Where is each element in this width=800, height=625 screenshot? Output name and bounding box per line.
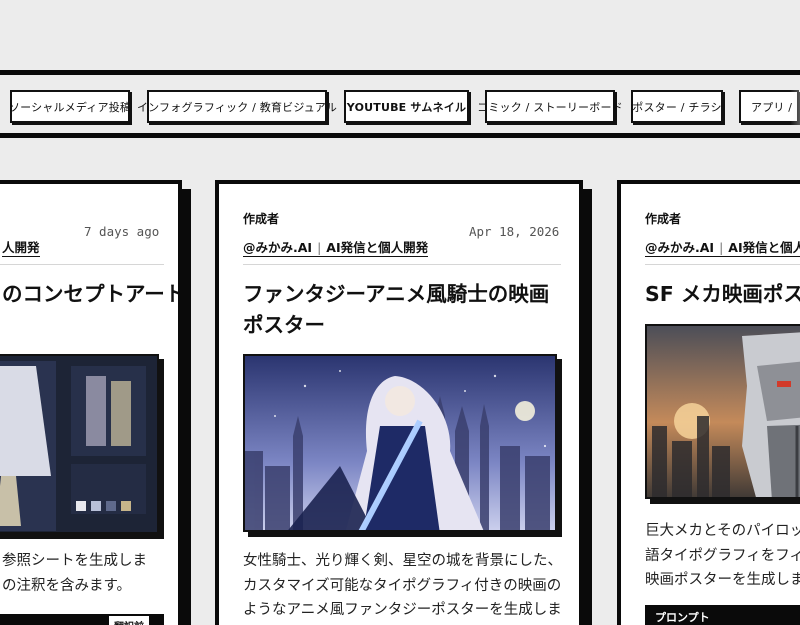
card-title[interactable]: のコンセプトアート — [2, 279, 178, 310]
author-tag[interactable]: AI発信と個人開発 — [326, 240, 428, 255]
post-date: Apr 18, 2026 — [469, 224, 560, 239]
scroll-fade — [790, 85, 800, 133]
prompt-card-sf-mecha[interactable]: 作成者 @みかみ.AI|AI発信と個人開発 SF メカ映画ポスター 巨大メカとそ… — [617, 180, 800, 625]
filter-chip-infographic[interactable]: インフォグラフィック / 教育ビジュアル — [137, 90, 337, 123]
card-title[interactable]: ファンタジーアニメ風騎士の映画ポスター — [243, 279, 565, 341]
author-link[interactable]: @みかみ.AI|AI発信と個人開発 — [243, 237, 429, 257]
card-title[interactable]: SF メカ映画ポスター — [645, 279, 800, 310]
author-tag[interactable]: 人開発 — [2, 237, 40, 257]
author-handle[interactable]: @みかみ.AI — [645, 240, 714, 255]
card-image[interactable] — [645, 324, 800, 499]
category-filter-bar: ソーシャルメディア投稿 インフォグラフィック / 教育ビジュアル YOUTUBE… — [0, 70, 800, 138]
author-link[interactable]: @みかみ.AI|AI発信と個人開発 — [645, 237, 800, 257]
divider — [645, 264, 800, 265]
divider — [243, 264, 561, 265]
knight-poster-illustration — [245, 356, 555, 530]
prompt-bar[interactable]: プロンプト — [645, 605, 800, 625]
translation-badge: 翻訳前 — [109, 616, 149, 625]
filter-chip-social-media[interactable]: ソーシャルメディア投稿 — [9, 90, 131, 123]
filter-chip-comic[interactable]: コミック / ストーリーボード — [477, 90, 623, 123]
card-image[interactable] — [243, 354, 557, 532]
filter-chip-youtube-thumbnail[interactable]: YOUTUBE サムネイル — [344, 90, 469, 123]
card-description: 巨大メカとそのパイロット、 語タイポグラフィをフィーチャ 映画ポスターを生成しま… — [645, 523, 800, 588]
mecha-poster-illustration — [647, 326, 800, 497]
author-tag[interactable]: AI発信と個人開発 — [728, 240, 800, 255]
creator-label: 作成者 — [243, 212, 280, 226]
prompt-card-fantasy-knight[interactable]: 作成者 @みかみ.AI | AI発信と個人開発 Apr 18, 2026 ファンタジ… — [215, 180, 583, 625]
prompt-card-concept-art[interactable]: 人開発 7 days ago のコンセプトアート 参照シートを生成しま の注釈を… — [0, 180, 182, 625]
card-image[interactable] — [0, 354, 159, 534]
creator-label: 作成者 — [645, 212, 682, 226]
filter-chip-poster[interactable]: ポスター / チラシ — [631, 90, 723, 123]
concept-sheet-illustration — [0, 356, 157, 532]
card-description: 女性騎士、光り輝く剣、星空の城を背景にした、カスタマイズ可能なタイポグラフィ付き… — [243, 553, 562, 618]
divider — [0, 264, 164, 265]
card-description: 参照シートを生成しま の注釈を含みます。 — [2, 553, 147, 594]
post-date: 7 days ago — [84, 224, 160, 239]
author-handle[interactable]: @みかみ.AI — [243, 240, 312, 255]
